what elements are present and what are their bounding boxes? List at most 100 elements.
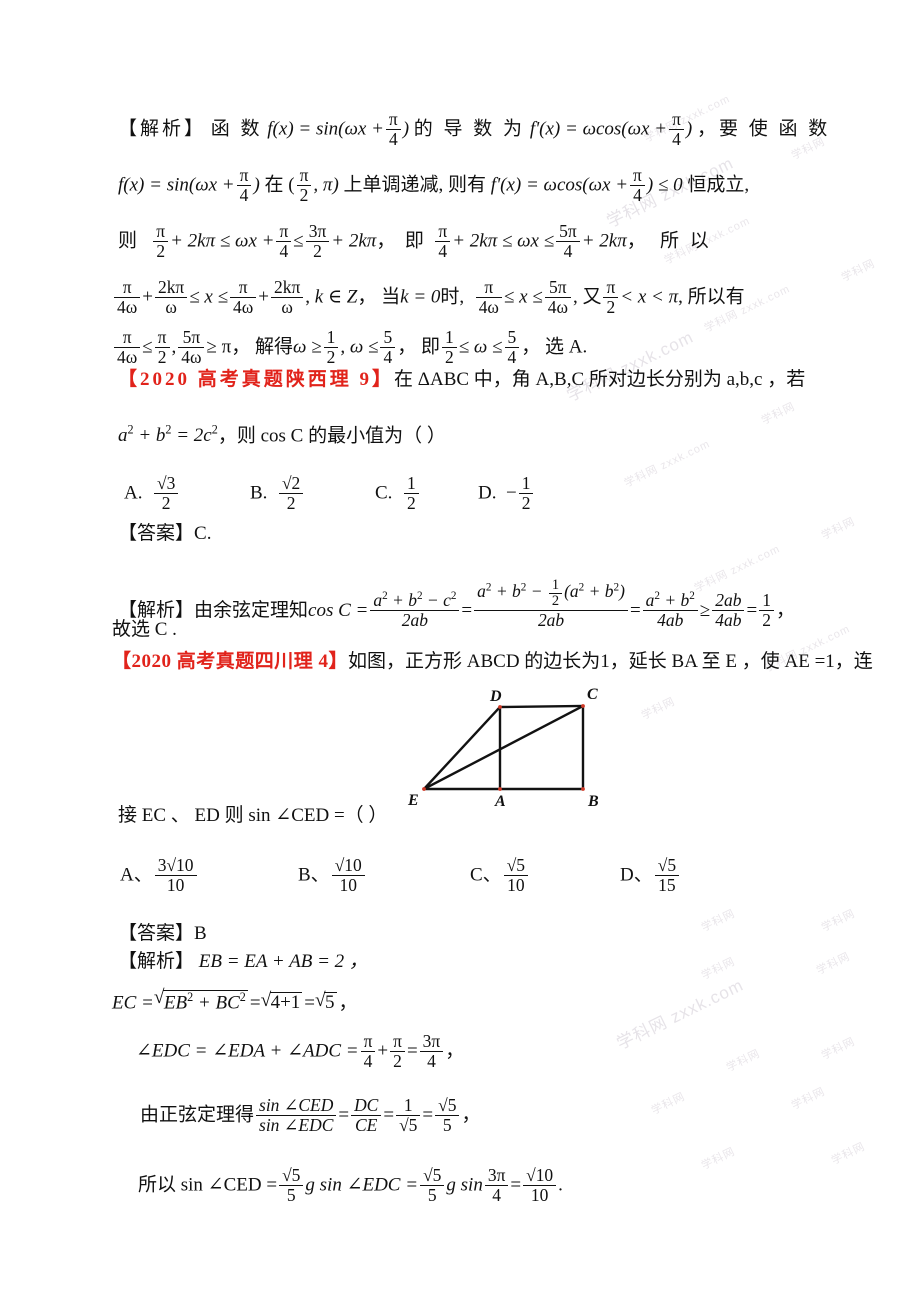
formula-fragment: ) ≤ 0 (646, 174, 683, 196)
radical: EB2 + BC2 (154, 988, 250, 1012)
equals: = (383, 1104, 395, 1126)
figure-label-e: E (408, 792, 419, 809)
document-page: 【解析】 函 数 f(x) = sin(ωx + π 4) 的 导 数 为 f'(x… (0, 0, 920, 1302)
solution-sichuan-line1: 【解析】 EB = EA + AB = 2 ， (118, 952, 368, 971)
fraction: 5π 4ω (178, 328, 205, 366)
ge-sign: ≥ (699, 599, 711, 621)
choice-letter: B、 (298, 864, 330, 886)
answer-tag: 【答案】 (118, 923, 195, 944)
fraction: π4 (360, 1032, 376, 1070)
text-fragment: , 所以有 (678, 286, 745, 308)
formula-fragment: g sin ∠EDC = (305, 1174, 419, 1196)
solution-sichuan-line2: EC =EB2 + BC2=4+1=5， (112, 988, 358, 1012)
fraction: π 4ω (475, 278, 502, 316)
minus-sign: − (505, 482, 517, 504)
formula-fragment: a2 + b2 = 2c2 (118, 423, 218, 447)
answer-tag: 【答案】 (118, 523, 195, 544)
choice-sichuan-d[interactable]: D、 √5 15 (620, 856, 681, 894)
formula-fragment: ω ≥ (293, 336, 322, 358)
choice-letter: C、 (470, 864, 502, 886)
fraction: a2 + b2 − c2 2ab (370, 590, 460, 629)
fraction: π2 (296, 166, 312, 204)
fraction: a2 + b2 − 1 2 (a2 + b2) 2ab (474, 577, 628, 629)
problem-stem: 在 ΔABC 中，角 A,B,C 所对边长分别为 a,b,c ，若 (394, 369, 806, 390)
fraction: √5 5 (279, 1166, 304, 1204)
choice-shaanxi-b[interactable]: B. √2 2 (250, 474, 305, 512)
radical: 4+1 (261, 991, 305, 1012)
formula-fragment: f(x) = sin(ωx + (267, 118, 384, 140)
formula-fragment: ≤ ω ≤ (458, 336, 503, 358)
formula-fragment: EB = EA + AB = 2 ， (198, 951, 368, 972)
formula-fragment: ≤ x ≤ (189, 286, 229, 308)
fraction: 12 (759, 591, 774, 629)
fraction: 12 (323, 328, 339, 366)
text-fragment: 则 (118, 230, 138, 252)
choice-sichuan-c[interactable]: C、 √5 10 (470, 856, 530, 894)
punctuation: ， (357, 286, 377, 308)
fraction: 12 (548, 577, 563, 610)
formula-fragment: , ω ≤ (340, 336, 379, 358)
choice-sichuan-b[interactable]: B、 √10 10 (298, 856, 367, 894)
fraction: 1 √5 (396, 1096, 421, 1134)
formula-fragment: + (142, 286, 153, 308)
solution1-line2: f(x) = sin(ωx + π 4) 在 (π 2, π) 上单调递减, 则有 f… (118, 166, 749, 204)
fraction: 2kπ ω (271, 278, 304, 316)
figure-label-c: C (587, 686, 598, 703)
fraction: π2 (154, 328, 170, 366)
fraction: 12 (441, 328, 457, 366)
punctuation: , (171, 336, 177, 358)
choice-shaanxi-d[interactable]: D. −1 2 (478, 474, 535, 512)
text-fragment: 时, (440, 286, 465, 308)
answer-shaanxi: 【答案】C. (118, 524, 211, 543)
text-fragment: 解得 (255, 336, 294, 358)
fraction: √5 10 (503, 856, 529, 894)
fraction: π4 (669, 110, 684, 148)
choice-sichuan-a[interactable]: A、 3√10 10 (120, 856, 199, 894)
solution1-line5: π 4ω ≤ π 2, 5π 4ω ≥ π， 解得ω ≥1 2, ω ≤5 4， 即 1 2 ≤ ω ≤… (112, 328, 587, 366)
fraction: 3π 4 (419, 1032, 444, 1070)
punctuation: ， (461, 1104, 481, 1126)
fraction: a2 + b2 4ab (642, 590, 698, 629)
formula-fragment: k ∈ Z (314, 286, 358, 308)
choice-letter: D、 (620, 864, 653, 886)
answer-letter: A. (568, 336, 588, 358)
choice-value: √2 (278, 474, 304, 494)
figure-vertex-dot-b (581, 787, 585, 791)
punctuation: . (558, 1174, 563, 1196)
choice-letter: A. (124, 482, 143, 504)
formula-fragment: + 2kπ ≤ ωx ≤ (452, 230, 555, 252)
formula-fragment: ) (253, 174, 260, 196)
formula-fragment: f'(x) = ωcos(ωx + (529, 118, 668, 140)
figure-label-b: B (588, 793, 599, 810)
solution-sichuan-line5: 所以 sin ∠CED = √5 5 g sin ∠EDC = √5 5 g sin 3π 4 =… (138, 1166, 563, 1204)
fraction: 3π 4 (484, 1166, 509, 1204)
equals: = (422, 1104, 434, 1126)
fraction: √10 10 (331, 856, 365, 894)
fraction: √5 5 (420, 1166, 445, 1204)
fraction: π2 (390, 1032, 405, 1070)
fraction: 3π 2 (305, 222, 330, 260)
figure-segment-dc (498, 704, 585, 709)
solution1-line3: 则 π 2 + 2kπ ≤ ωx + π 4 ≤3π 2 + 2kπ， 即 π 4 + 2kπ ≤… (118, 222, 712, 260)
fraction: π4 (236, 166, 252, 204)
text-fragment: 恒成立, (687, 174, 750, 196)
fraction: √10 10 (523, 1166, 557, 1204)
answer-sichuan: 【答案】B (118, 924, 207, 943)
formula-fragment: , π) (313, 174, 339, 196)
answer-value: B (194, 923, 207, 944)
text-fragment: 所以 sin ∠CED = (138, 1174, 278, 1196)
choice-shaanxi-c[interactable]: C. 12 (375, 474, 421, 512)
fraction: 54 (504, 328, 520, 366)
formula-fragment: ≤ (293, 230, 304, 252)
fraction: 54 (380, 328, 396, 366)
fraction: 5π 4 (556, 222, 580, 260)
figure-label-a: A (495, 793, 506, 810)
fraction: π 4ω (230, 278, 257, 316)
text-fragment: 上单调递减, 则有 (343, 174, 487, 196)
equals: = (746, 599, 758, 621)
punctuation: ， (376, 230, 396, 252)
text-fragment: 即 (420, 336, 440, 358)
text-fragment: 的 导 数 为 (413, 118, 526, 140)
choice-shaanxi-a[interactable]: A. √3 2 (124, 474, 180, 512)
figure-label-d: D (490, 688, 502, 705)
